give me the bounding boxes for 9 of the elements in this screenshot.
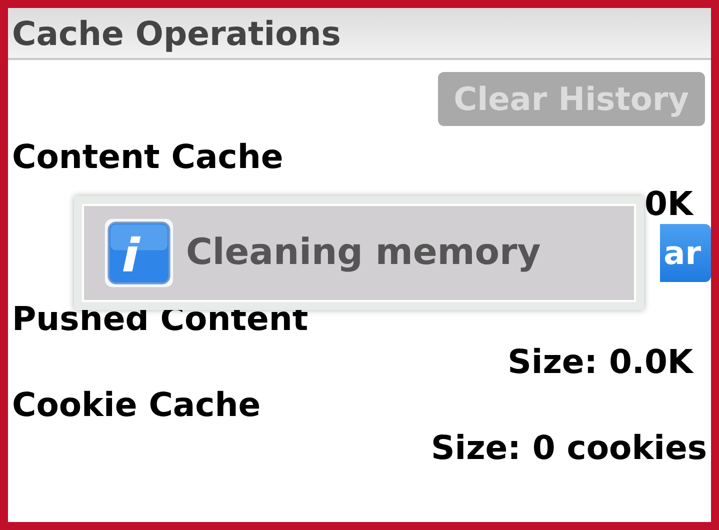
size-label: Size: 0 cookies <box>431 431 707 464</box>
size-label: 0K <box>644 187 693 220</box>
size-label: Size: 0.0K <box>508 345 693 378</box>
title: Cache Operations <box>12 16 341 50</box>
popup-message: Cleaning memory <box>186 235 541 271</box>
info-icon <box>104 218 174 288</box>
section-title: Cookie Cache <box>12 388 262 421</box>
section-title: Content Cache <box>12 140 284 173</box>
clear-button[interactable]: ar <box>660 224 711 282</box>
